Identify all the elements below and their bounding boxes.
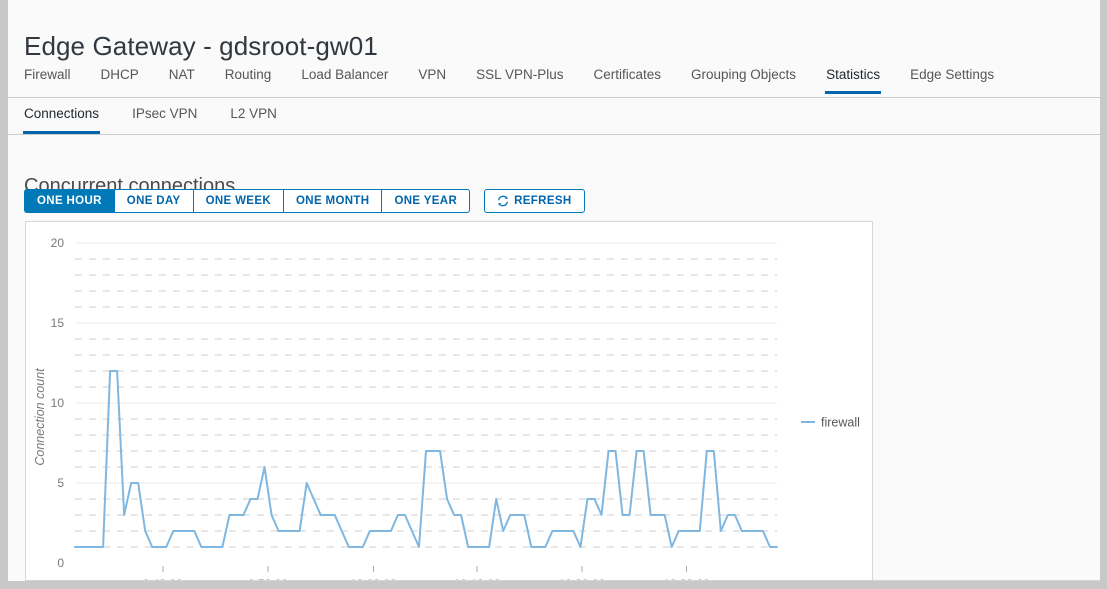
legend-label[interactable]: firewall bbox=[821, 416, 860, 430]
subtab-connections[interactable]: Connections bbox=[22, 98, 101, 134]
y-tick-label: 0 bbox=[57, 556, 64, 570]
tab-label: Statistics bbox=[826, 67, 881, 82]
tab-ssl-vpn-plus[interactable]: SSL VPN-Plus bbox=[476, 62, 563, 93]
y-tick-label: 10 bbox=[51, 396, 65, 410]
subtab-ipsec-vpn[interactable]: IPsec VPN bbox=[132, 98, 197, 133]
tab-label: Load Balancer bbox=[301, 67, 389, 82]
tab-label: Firewall bbox=[24, 67, 71, 82]
subtab-label: Connections bbox=[24, 106, 100, 121]
tab-label: Grouping Objects bbox=[691, 67, 797, 82]
range-button-one-day[interactable]: ONE DAY bbox=[113, 189, 193, 213]
chart-series bbox=[74, 370, 778, 548]
tab-label: SSL VPN-Plus bbox=[476, 67, 564, 82]
tab-label: Edge Settings bbox=[910, 67, 995, 82]
range-button-one-week[interactable]: ONE WEEK bbox=[192, 189, 283, 213]
concurrent-connections-chart: 05101520 9:43:009:53:0010:03:0010:13:001… bbox=[33, 236, 860, 580]
chart-y-axis-title: Connection count bbox=[33, 368, 47, 466]
range-button-one-hour[interactable]: ONE HOUR bbox=[24, 189, 114, 213]
chart-legend: firewall bbox=[801, 416, 860, 430]
tab-firewall[interactable]: Firewall bbox=[24, 62, 71, 93]
subtab-l2-vpn[interactable]: L2 VPN bbox=[230, 98, 277, 133]
tab-statistics[interactable]: Statistics bbox=[825, 62, 882, 94]
page-title: Edge Gateway - gdsroot-gw01 bbox=[24, 31, 378, 62]
chart-major-gridlines bbox=[75, 242, 777, 484]
tab-label: VPN bbox=[418, 67, 447, 82]
tab-routing[interactable]: Routing bbox=[225, 62, 272, 93]
tab-nat[interactable]: NAT bbox=[169, 62, 195, 93]
y-tick-label: 20 bbox=[51, 236, 65, 250]
tab-label: Routing bbox=[224, 67, 272, 82]
time-range-button-group: ONE HOUR ONE DAY ONE WEEK ONE MONTH ONE YEAR bbox=[24, 189, 471, 213]
tab-vpn[interactable]: VPN bbox=[418, 62, 446, 93]
range-button-one-year[interactable]: ONE YEAR bbox=[381, 189, 471, 213]
tab-certificates[interactable]: Certificates bbox=[593, 62, 661, 93]
refresh-icon bbox=[497, 195, 509, 207]
content-bottom-divider bbox=[25, 580, 1100, 581]
series-line-firewall bbox=[74, 370, 778, 548]
tab-label: Certificates bbox=[593, 67, 661, 82]
range-button-one-month[interactable]: ONE MONTH bbox=[283, 189, 382, 213]
y-tick-label: 15 bbox=[51, 316, 65, 330]
y-tick-label: 5 bbox=[57, 476, 64, 490]
tab-edge-settings[interactable]: Edge Settings bbox=[910, 62, 994, 93]
secondary-tab-bar: Connections IPsec VPN L2 VPN bbox=[8, 98, 1100, 135]
refresh-button[interactable]: REFRESH bbox=[484, 189, 585, 213]
application-window: Edge Gateway - gdsroot-gw01 Firewall DHCP… bbox=[8, 0, 1100, 581]
refresh-button-label: REFRESH bbox=[514, 195, 572, 207]
tab-label: NAT bbox=[168, 67, 195, 82]
chart-x-axis-ticks bbox=[162, 566, 687, 572]
tab-label: DHCP bbox=[100, 67, 139, 82]
tab-load-balancer[interactable]: Load Balancer bbox=[301, 62, 388, 93]
tab-dhcp[interactable]: DHCP bbox=[101, 62, 139, 93]
subtab-label: IPsec VPN bbox=[132, 106, 198, 121]
chart-y-axis-labels: 0 5 10 15 20 bbox=[51, 236, 65, 570]
subtab-label: L2 VPN bbox=[230, 106, 277, 121]
chart-panel: 05101520 9:43:009:53:0010:03:0010:13:001… bbox=[25, 221, 873, 581]
time-range-toolbar: ONE HOUR ONE DAY ONE WEEK ONE MONTH ONE YEAR… bbox=[24, 189, 585, 213]
primary-tab-bar: Firewall DHCP NAT Routing Load Balancer VPN SS… bbox=[8, 62, 1100, 98]
tab-grouping-objects[interactable]: Grouping Objects bbox=[691, 62, 796, 93]
